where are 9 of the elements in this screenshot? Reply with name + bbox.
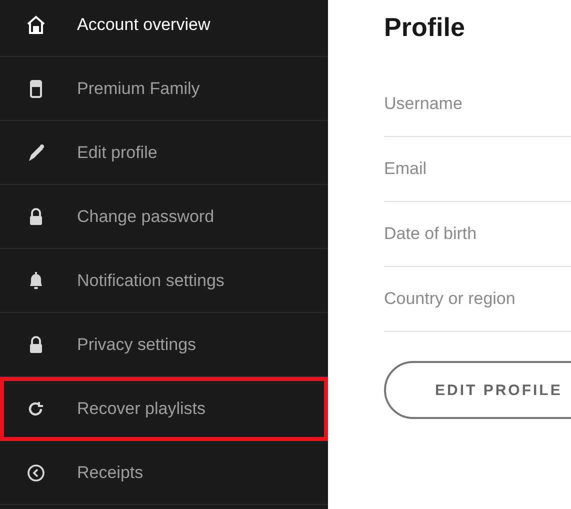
home-icon	[26, 14, 46, 34]
page-title: Profile	[384, 11, 466, 43]
field-label: Date of birth	[384, 224, 477, 244]
edit-profile-button[interactable]: EDIT PROFILE	[384, 361, 571, 419]
sidebar-item[interactable]: Recover playlists	[0, 377, 328, 441]
pencil-icon	[26, 142, 46, 162]
field-label: Country or region	[384, 289, 516, 309]
field-label: Email	[384, 159, 427, 179]
field-label: Username	[384, 94, 462, 114]
